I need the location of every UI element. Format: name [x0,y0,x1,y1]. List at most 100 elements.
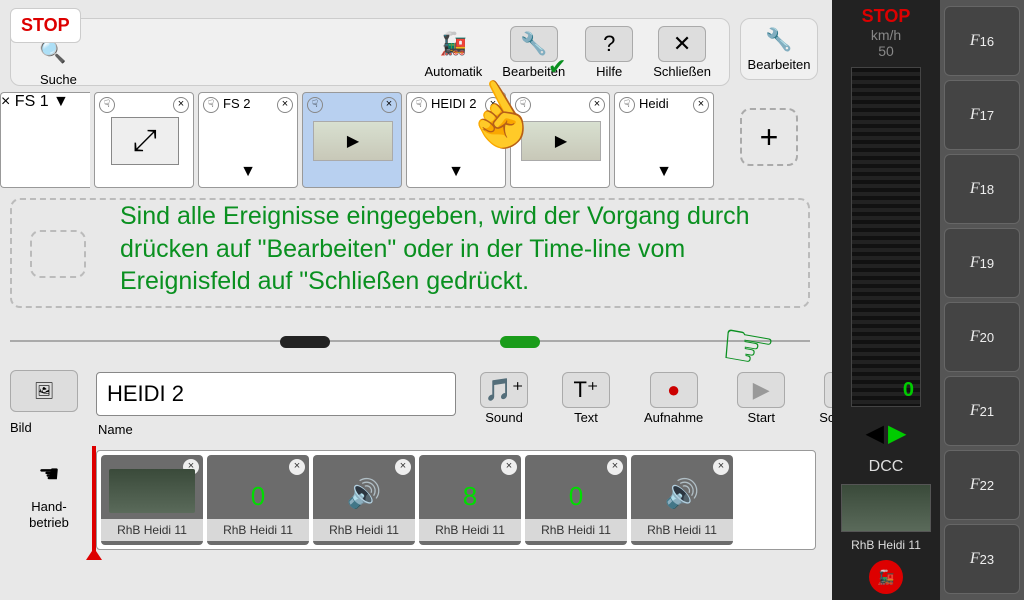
speed-column: STOP km/h 50 0 ◀ ▶ DCC RhB Heidi 11 🚂 [832,0,940,600]
bild-label: Bild [10,420,88,435]
close-icon: ✕ [658,26,706,62]
grab-icon: ☟ [99,97,115,113]
timeline-item[interactable]: × 🔊 RhB Heidi 11 [313,455,415,545]
sound-icon: 🎵⁺ [480,372,528,408]
hand-icon: ☚ [10,460,88,489]
automatik-button[interactable]: 🚂 Automatik [414,24,492,81]
close-icon[interactable]: × [173,97,189,113]
right-panel: STOP km/h 50 0 ◀ ▶ DCC RhB Heidi 11 🚂 F1… [832,0,1024,600]
bild-button[interactable]: 🖼 [10,370,78,412]
start-label: Start [748,410,775,425]
handbetrieb-label: Hand- betrieb [10,499,88,530]
close-icon[interactable]: × [289,459,305,475]
name-label: Name [98,422,133,437]
fn-button-20[interactable]: F20 [944,302,1020,372]
speed-stop: STOP [862,6,911,27]
close-icon[interactable]: × [713,459,729,475]
close-icon[interactable]: × [693,97,709,113]
arrow-left-icon[interactable]: ◀ [866,419,884,448]
chevron-down-icon[interactable]: ▼ [448,163,464,181]
thumb-icon: ▶ [313,121,393,161]
bottom-tools: 🎵⁺ Sound T⁺ Text ● Aufnahme ▶ Start ✕ Sc… [470,370,887,427]
timeline-value: 0 [525,481,627,512]
fn-button-21[interactable]: F21 [944,376,1020,446]
speed-scale[interactable]: 0 [851,67,921,407]
check-icon: ✔ [548,54,566,80]
fn-button-23[interactable]: F23 [944,524,1020,594]
close-icon[interactable]: × [607,459,623,475]
sound-icon: 🔊 [631,477,733,510]
close-icon[interactable]: × [395,459,411,475]
hilfe-label: Hilfe [596,64,622,79]
timeline-label: RhB Heidi 11 [631,519,733,541]
drag-handle-green[interactable] [500,336,540,348]
add-button[interactable]: + [740,108,798,166]
function-column: F16 F17 F18 F19 F20 F21 F22 F23 [940,0,1024,600]
timeline-label: RhB Heidi 11 [525,519,627,541]
timeline-item[interactable]: × 8 RhB Heidi 11 [419,455,521,545]
close-icon[interactable]: × [277,97,293,113]
sound-button[interactable]: 🎵⁺ Sound [470,370,538,427]
timeline-item[interactable]: × 0 RhB Heidi 11 [525,455,627,545]
card-preview-1[interactable]: ☟ × ⤢ [94,92,194,188]
speed-val: 50 [878,43,894,59]
automatik-label: Automatik [424,64,482,79]
timeline-item[interactable]: × 🔊 RhB Heidi 11 [631,455,733,545]
timeline[interactable]: × RhB Heidi 11 × 0 RhB Heidi 11 × 🔊 RhB … [96,450,816,550]
instruction-text: Sind alle Ereignisse eingegeben, wird de… [120,200,760,298]
card-fs2[interactable]: ☟ × FS 2 ▼ [198,92,298,188]
hilfe-button[interactable]: ? Hilfe [575,24,643,81]
fn-button-16[interactable]: F16 [944,6,1020,76]
speed-unit: km/h [871,27,901,43]
suche-label: Suche [40,72,77,87]
loco-thumb[interactable] [841,484,931,532]
timeline-label: RhB Heidi 11 [313,519,415,541]
record-icon: ● [650,372,698,408]
card-fs1[interactable]: × FS 1 ▼ [0,92,90,188]
loco-thumb [109,469,195,513]
side-bearbeiten-button[interactable]: 🔧 Bearbeiten [740,18,818,80]
chevron-down-icon[interactable]: ▼ [240,163,256,181]
grab-icon: ☟ [203,97,219,113]
text-icon: T⁺ [562,372,610,408]
aufnahme-button[interactable]: ● Aufnahme [634,370,713,427]
bild-column: 🖼 Bild [10,370,88,435]
close-icon[interactable]: × [589,97,605,113]
drag-handle[interactable] [280,336,330,348]
fn-button-18[interactable]: F18 [944,154,1020,224]
timeline-value: 0 [207,481,309,512]
name-input[interactable] [96,372,456,416]
fn-button-19[interactable]: F19 [944,228,1020,298]
card-heidi[interactable]: ☟ × Heidi ▼ [614,92,714,188]
card-preview-2[interactable]: ☟ × ▶ [302,92,402,188]
close-icon[interactable]: × [1,93,10,110]
sound-label: Sound [485,410,523,425]
chevron-down-icon[interactable]: ▼ [656,163,672,181]
loco-name: RhB Heidi 11 [851,538,921,552]
grab-icon: ☟ [307,97,323,113]
card-title: FS 2 [223,96,250,111]
speed-zero: 0 [903,379,914,402]
text-button[interactable]: T⁺ Text [552,370,620,427]
close-icon[interactable]: × [381,97,397,113]
sound-on-icon: 🔊 [313,477,415,510]
image-icon: 🖼 [34,381,54,401]
wrench-icon: 🔧 [765,27,792,53]
cards-row: × FS 1 ▼ ☟ × ⤢ ☟ × FS 2 ▼ ☟ × ▶ ☟ × HEID… [0,92,714,188]
main-area: 🔍 🚂 Automatik 🔧 Bearbeiten ? Hilfe ✕ Sch… [0,0,820,600]
chevron-down-icon[interactable]: ▼ [53,93,69,110]
timeline-item[interactable]: × 0 RhB Heidi 11 [207,455,309,545]
close-icon[interactable]: × [501,459,517,475]
help-icon: ? [585,26,633,62]
loco-bottom-button[interactable]: 🚂 [869,560,903,594]
timeline-item[interactable]: × RhB Heidi 11 [101,455,203,545]
grab-icon: ☟ [411,97,427,113]
arrow-right-icon[interactable]: ▶ [888,419,906,448]
dcc-label: DCC [869,458,904,476]
handbetrieb-button[interactable]: ☚ Hand- betrieb [10,460,88,530]
schliessen-button[interactable]: ✕ Schließen [643,24,721,81]
stop-button[interactable]: STOP [10,8,81,43]
fn-button-22[interactable]: F22 [944,450,1020,520]
divider [10,340,810,342]
fn-button-17[interactable]: F17 [944,80,1020,150]
